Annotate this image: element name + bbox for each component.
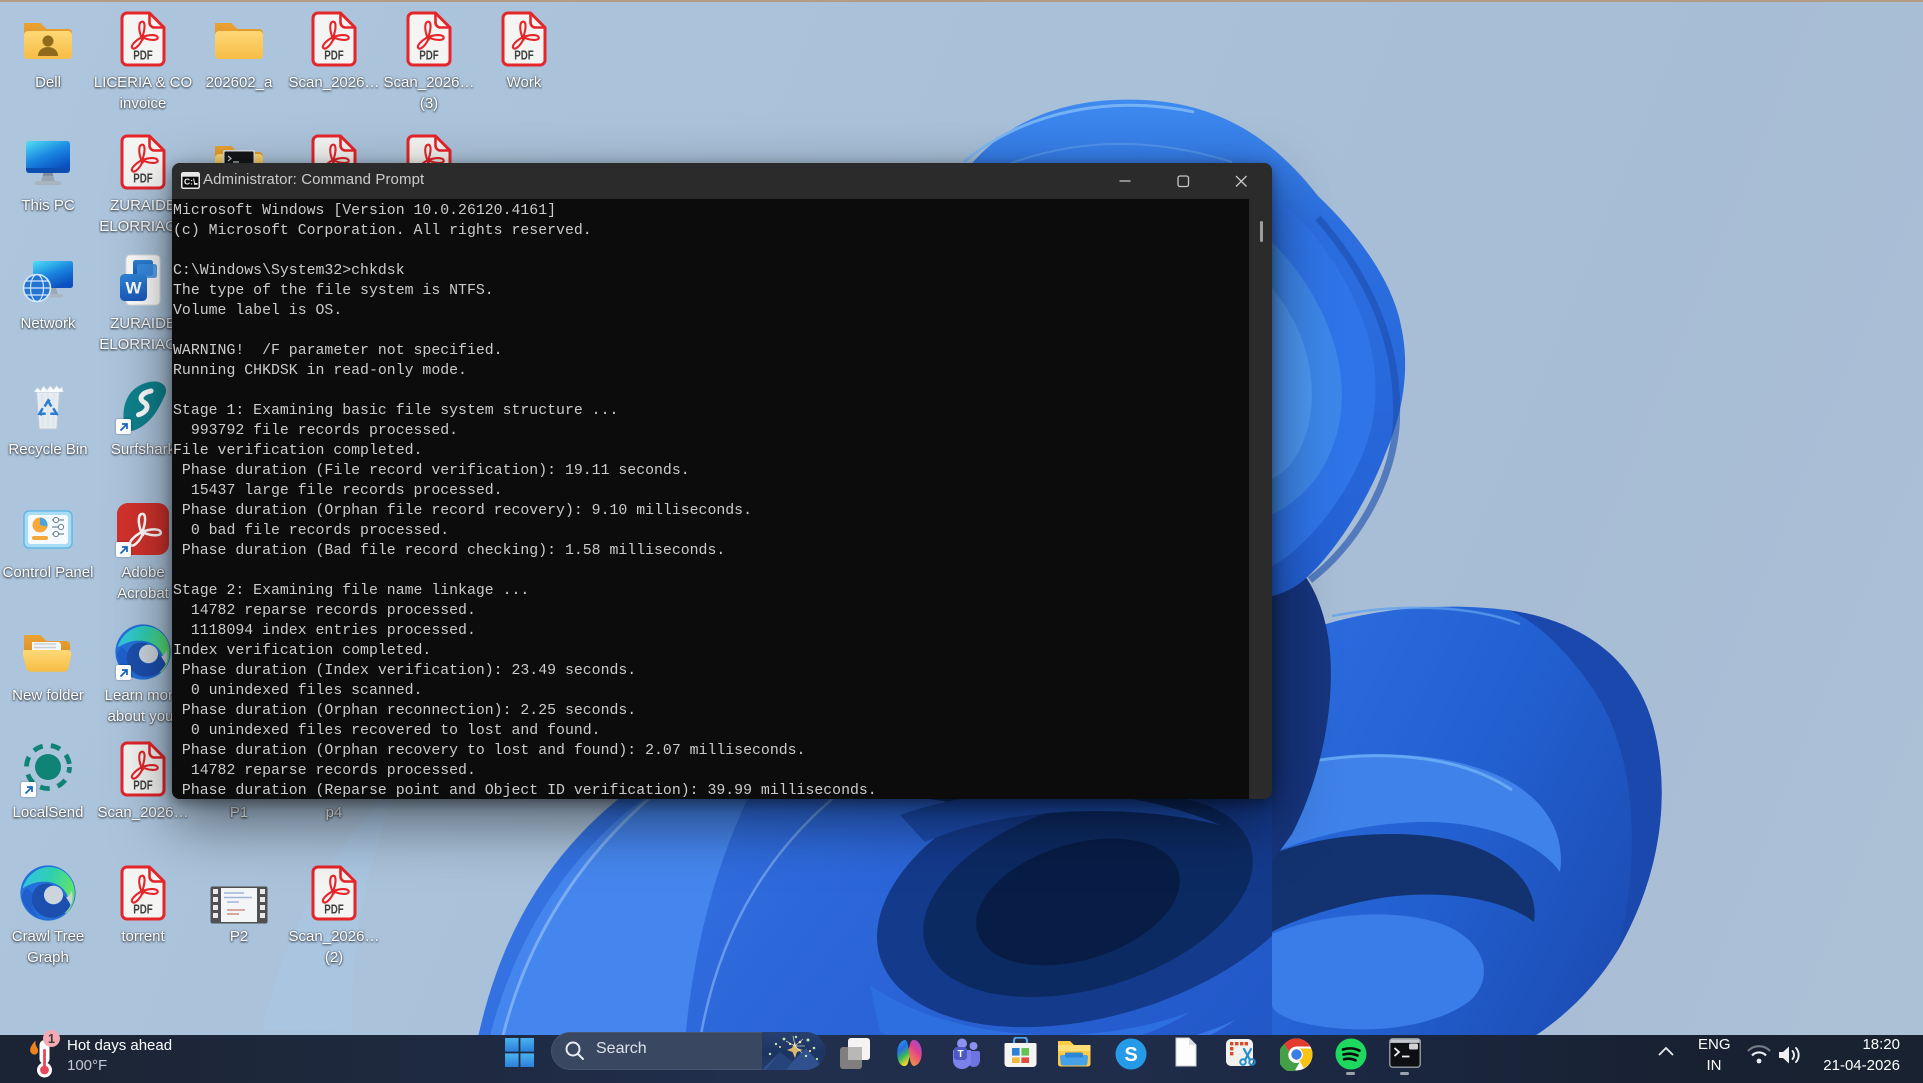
svg-text:S: S bbox=[1124, 1044, 1137, 1066]
svg-text:T: T bbox=[957, 1049, 963, 1060]
svg-text:C:\: C:\ bbox=[184, 177, 196, 187]
svg-text:1: 1 bbox=[48, 1032, 55, 1046]
